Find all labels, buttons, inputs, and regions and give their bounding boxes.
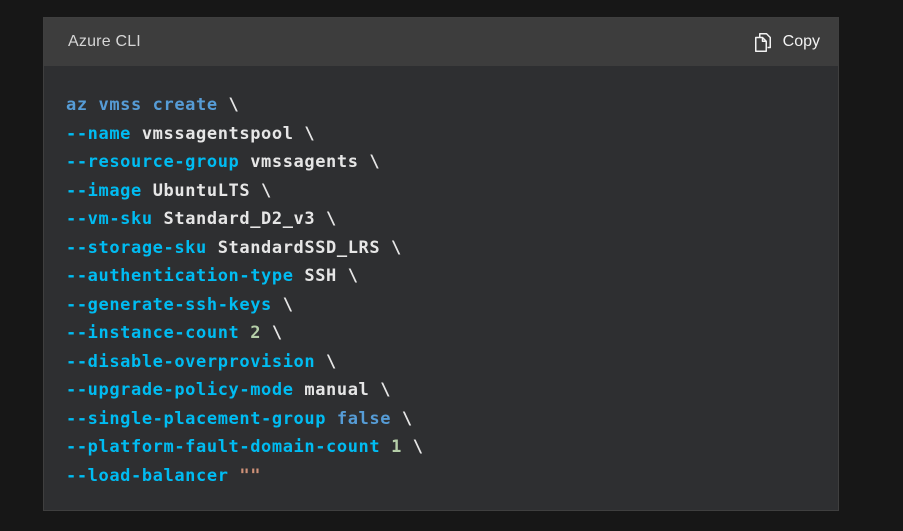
code-token-plain: \ [391,409,413,429]
code-token-flag: --vm-sku [66,209,153,229]
code-token-plain: UbuntuLTS \ [142,181,272,201]
code-token-string: "" [239,466,261,486]
code-line: --name vmssagentspool \ [66,120,818,149]
code-token-flag: --generate-ssh-keys [66,295,272,315]
code-token-keyword: false [337,409,391,429]
code-line: --generate-ssh-keys \ [66,291,818,320]
code-token-flag: --name [66,124,131,144]
code-token-flag: --load-balancer [66,466,229,486]
code-token-flag: --authentication-type [66,266,294,286]
code-token-flag: --instance-count [66,323,239,343]
code-token-plain: SSH \ [294,266,359,286]
code-line: az vmss create \ [66,91,818,120]
code-token-command: az vmss create [66,95,218,115]
code-token-plain: \ [218,95,240,115]
code-token-flag: --storage-sku [66,238,207,258]
code-token-plain: \ [272,295,294,315]
code-token-number: 2 [250,323,261,343]
code-token-flag: --resource-group [66,152,239,172]
code-token-plain: StandardSSD_LRS \ [207,238,402,258]
code-token-flag: --disable-overprovision [66,352,315,372]
code-line: --upgrade-policy-mode manual \ [66,376,818,405]
code-token-plain [326,409,337,429]
code-token-plain: \ [315,352,337,372]
code-line: --load-balancer "" [66,462,818,491]
code-token-plain: vmssagents \ [239,152,380,172]
code-token-plain [239,323,250,343]
code-token-plain: manual \ [294,380,392,400]
code-token-flag: --single-placement-group [66,409,326,429]
code-line: --resource-group vmssagents \ [66,148,818,177]
code-language-label: Azure CLI [68,33,141,51]
code-token-plain: Standard_D2_v3 \ [153,209,337,229]
code-line: --authentication-type SSH \ [66,262,818,291]
copy-icon [755,32,774,53]
code-line: --platform-fault-domain-count 1 \ [66,433,818,462]
code-token-number: 1 [391,437,402,457]
code-token-plain: vmssagentspool \ [131,124,315,144]
code-block-header: Azure CLI Copy [44,18,838,66]
code-lines: az vmss create \--name vmssagentspool \-… [66,91,818,490]
copy-button[interactable]: Copy [753,28,822,57]
code-block-card: Azure CLI Copy az vmss create \--name vm… [43,17,839,511]
code-line: --disable-overprovision \ [66,348,818,377]
code-line: --storage-sku StandardSSD_LRS \ [66,234,818,263]
code-token-flag: --upgrade-policy-mode [66,380,294,400]
code-line: --image UbuntuLTS \ [66,177,818,206]
code-token-plain: \ [261,323,283,343]
copy-button-label: Copy [783,33,820,51]
code-line: --vm-sku Standard_D2_v3 \ [66,205,818,234]
code-block-body: az vmss create \--name vmssagentspool \-… [44,66,838,510]
code-line: --single-placement-group false \ [66,405,818,434]
code-token-plain: \ [402,437,424,457]
code-token-plain [380,437,391,457]
code-token-flag: --image [66,181,142,201]
code-token-flag: --platform-fault-domain-count [66,437,380,457]
code-line: --instance-count 2 \ [66,319,818,348]
code-token-plain [229,466,240,486]
